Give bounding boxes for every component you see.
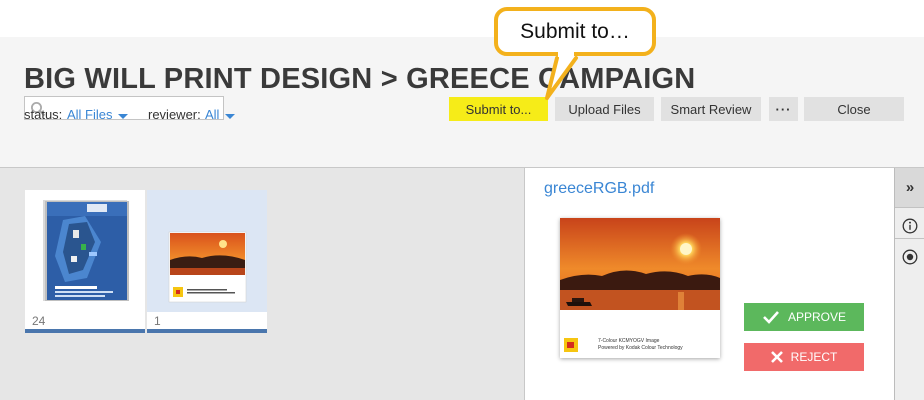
more-options-button[interactable]: ···	[769, 97, 798, 121]
file-preview[interactable]: 7-Colour KCMYOGV Image Powered by Kodak …	[560, 218, 720, 358]
target-icon	[902, 249, 918, 265]
file-thumbnail-card[interactable]: 24	[25, 190, 145, 333]
page-title: BIG WILL PRINT DESIGN > GREECE CAMPAIGN	[24, 63, 696, 95]
status-filter-dropdown[interactable]: All Files	[67, 107, 113, 122]
preview-text-line-1: 7-Colour KCMYOGV Image	[598, 338, 660, 344]
preview-text-line-2: Powered by Kodak Colour Technology	[598, 345, 683, 351]
greece-preview-image: 7-Colour KCMYOGV Image Powered by Kodak …	[560, 218, 720, 352]
reviewer-filter-label: reviewer:	[148, 107, 201, 122]
reject-label: REJECT	[790, 350, 838, 364]
annotations-button[interactable]	[895, 244, 924, 270]
info-button[interactable]	[895, 213, 924, 239]
expand-panel-button[interactable]: »	[895, 168, 924, 208]
close-button[interactable]: Close	[804, 97, 904, 121]
reviewer-filter-dropdown[interactable]: All	[205, 107, 219, 122]
page-count: 1	[154, 314, 161, 328]
card-footer: 24	[25, 312, 145, 333]
submit-callout: Submit to…	[494, 7, 656, 56]
approve-button[interactable]: APPROVE	[744, 303, 864, 331]
page-count: 24	[32, 314, 46, 328]
upload-files-button[interactable]: Upload Files	[555, 97, 654, 121]
chevron-down-icon[interactable]	[225, 114, 235, 119]
approve-label: APPROVE	[787, 310, 847, 324]
card-footer: 1	[147, 312, 267, 333]
submit-to-button[interactable]: Submit to...	[449, 97, 548, 121]
file-thumbnail-card-selected[interactable]: 1	[147, 190, 267, 333]
chevron-down-icon[interactable]	[118, 114, 128, 119]
greece-thumbnail-image	[168, 231, 247, 303]
checkmark-icon	[763, 311, 779, 324]
app-window: BIG WILL PRINT DESIGN > GREECE CAMPAIGN …	[0, 0, 924, 400]
close-icon	[770, 351, 783, 363]
file-name-link[interactable]: greeceRGB.pdf	[544, 180, 654, 198]
smart-review-button[interactable]: Smart Review	[661, 97, 761, 121]
info-icon	[902, 218, 918, 233]
status-filter-label: status:	[24, 107, 63, 122]
side-rail: »	[894, 168, 924, 400]
page-header: BIG WILL PRINT DESIGN > GREECE CAMPAIGN …	[0, 37, 924, 168]
reject-button[interactable]: REJECT	[744, 343, 864, 371]
magazine-thumbnail-image	[43, 200, 129, 301]
